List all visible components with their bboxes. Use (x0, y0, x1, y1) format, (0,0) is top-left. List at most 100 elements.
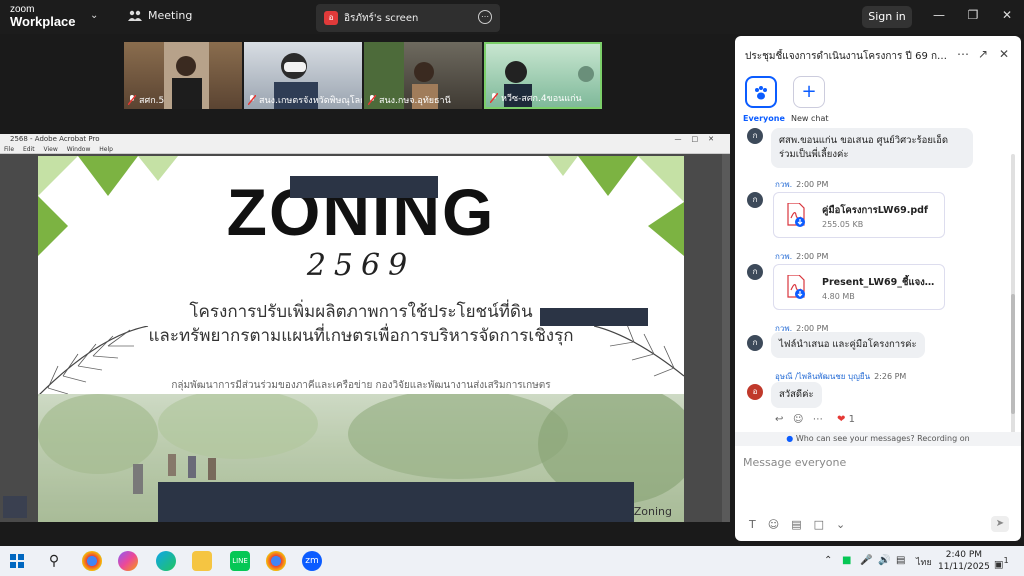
tab-meeting[interactable]: Meeting (128, 9, 192, 22)
message-text: ศสพ.ขอนแก่น ขอเสนอ ศูนย์วิศวะร้อยเอ็ด (779, 135, 949, 146)
message-text: สวัสดีค่ะ (779, 389, 814, 400)
emoji-reaction-icon[interactable]: ☺ (793, 414, 803, 425)
file-size: 255.05 KB (822, 220, 864, 229)
acrobat-window-controls[interactable]: —□✕ (675, 134, 724, 145)
chevron-down-icon[interactable]: ⌄ (90, 10, 98, 21)
acrobat-page-thumbnail[interactable] (3, 496, 27, 518)
system-clock[interactable]: 2:40 PM 11/11/2025 (938, 549, 990, 573)
chat-panel: ประชุมชี้แจงการดำเนินงานโครงการ ปี 69 กอ… (735, 36, 1021, 541)
muted-mic-icon (490, 93, 498, 103)
speaker-icon[interactable]: 🔊 (878, 555, 890, 566)
windows-start-icon[interactable] (10, 554, 24, 568)
format-text-icon[interactable]: T (749, 518, 756, 531)
message-input[interactable]: Message everyone (743, 456, 846, 469)
sender-name: อุษณี /ไพลินพัฒนชย บุญยืน (775, 372, 871, 381)
paw-icon (755, 86, 767, 100)
file-attachment[interactable]: Present_LW69_ชี้แจงโ... 4.80 MB (773, 264, 945, 310)
file-icon[interactable]: ▤ (791, 518, 801, 531)
sender-name: กวพ. (775, 252, 793, 261)
acrobat-scrollbar[interactable] (722, 154, 730, 522)
acrobat-titlebar: 2568 - Adobe Acrobat Pro —□✕ (0, 134, 730, 145)
chat-tabs: Everyone + New chat (735, 76, 1021, 124)
menu-view[interactable]: View (44, 146, 58, 153)
microphone-icon[interactable]: 🎤 (860, 555, 872, 566)
file-explorer-icon[interactable] (192, 551, 212, 571)
chevron-down-icon[interactable]: ⌄ (836, 518, 845, 531)
video-tile[interactable]: สศก.5 (124, 42, 242, 109)
sender-name: กวพ. (775, 180, 793, 189)
network-icon[interactable]: ▤ (896, 555, 905, 566)
chat-toolbar: T ☺ ▤ □ ⌄ (749, 518, 845, 531)
send-button[interactable]: ➤ (991, 516, 1009, 532)
emoji-icon[interactable]: ☺ (768, 518, 779, 531)
file-name: Present_LW69_ชี้แจงโ... (822, 277, 937, 288)
video-strip: สศก.5 สนง.เกษตรจังหวัดพิษณุโลก สนง.กษจ.อ… (0, 34, 734, 134)
chat-scrollbar[interactable] (1011, 154, 1015, 434)
participant-name-tag: สนง.กษจ.อุทัยธานี (368, 93, 451, 107)
edge-icon[interactable] (156, 551, 176, 571)
reply-icon[interactable]: ↩ (775, 414, 783, 425)
language-indicator[interactable]: ไทย (916, 555, 932, 569)
zoom-app-icon[interactable]: zm (302, 551, 322, 571)
message-bubble[interactable]: ศสพ.ขอนแก่น ขอเสนอ ศูนย์วิศวะร้อยเอ็ด ร่… (771, 128, 973, 168)
acrobat-menu-bar: File Edit View Window Help (0, 145, 730, 154)
more-options-icon[interactable]: ⋯ (478, 10, 492, 24)
clock-time: 2:40 PM (945, 550, 983, 560)
menu-window[interactable]: Window (67, 146, 91, 153)
screenshot-icon[interactable]: □ (814, 518, 824, 531)
avatar: ก (747, 335, 763, 351)
participant-name: สนง.เกษตรจังหวัดพิษณุโลก (259, 96, 362, 106)
minimize-icon[interactable]: — (932, 8, 946, 22)
muted-mic-icon (248, 95, 256, 105)
new-chat-button[interactable]: + (793, 76, 825, 108)
close-icon[interactable]: ✕ (1000, 8, 1014, 22)
pop-out-icon[interactable]: ↗ (978, 47, 988, 61)
chrome-profile-icon[interactable] (266, 551, 286, 571)
tab-everyone[interactable] (745, 76, 777, 108)
message-actions: ↩ ☺ ⋯ (775, 414, 823, 425)
message-bubble[interactable]: ไฟล์นำเสนอ และคู่มือโครงการค่ะ (771, 332, 925, 358)
chevron-up-icon[interactable]: ⌃ (824, 555, 832, 566)
avatar: ก (747, 128, 763, 144)
slide-subtitle-line2: และทรัพยากรตามแผนที่เกษตรเพื่อการบริหารจ… (148, 326, 574, 346)
privacy-text: Who can see your messages? Recording on (795, 434, 970, 443)
presentation-slide: ZONING 2569 โครงการปรับเพิ่มผลิตภาพการใช… (38, 156, 684, 522)
tab-screen-share[interactable]: อ อิรภัทร์'s screen ⋯ (316, 4, 500, 32)
heart-reaction[interactable]: ❤ 1 (837, 414, 855, 425)
more-options-icon[interactable]: ⋯ (813, 414, 823, 425)
sharer-avatar: อ (324, 11, 338, 25)
message-text: ไฟล์นำเสนอ และคู่มือโครงการค่ะ (779, 339, 917, 350)
muted-mic-icon (128, 95, 136, 105)
video-tile-active-speaker[interactable]: หวีซ-สศก.4ขอนแก่น (484, 42, 602, 109)
search-icon[interactable]: ⚲ (44, 551, 64, 571)
tab-screen-share-label: อิรภัทร์'s screen (344, 13, 419, 24)
menu-help[interactable]: Help (99, 146, 113, 153)
file-name: คู่มือโครงการLW69.pdf (822, 205, 929, 216)
zoom-top-bar: zoom Workplace ⌄ Meeting อ อิรภัทร์'s sc… (0, 0, 1024, 34)
line-app-icon[interactable]: LINE (230, 551, 250, 571)
message-bubble[interactable]: สวัสดีค่ะ (771, 382, 822, 408)
shared-screen-acrobat: 2568 - Adobe Acrobat Pro —□✕ File Edit V… (0, 134, 730, 522)
privacy-notice[interactable]: ● Who can see your messages? Recording o… (735, 432, 1021, 446)
restore-icon[interactable]: ❐ (966, 8, 980, 22)
video-tile[interactable]: สนง.กษจ.อุทัยธานี (364, 42, 482, 109)
logo-line2: Workplace (10, 14, 76, 29)
file-attachment[interactable]: คู่มือโครงการLW69.pdf 255.05 KB (773, 192, 945, 238)
more-options-icon[interactable]: ⋯ (957, 47, 969, 61)
sign-in-button[interactable]: Sign in (862, 6, 912, 28)
zoom-workplace-logo[interactable]: zoom Workplace (10, 4, 76, 28)
chrome-icon[interactable] (82, 551, 102, 571)
notification-icon[interactable]: ▣1 (994, 555, 1009, 570)
chat-scroll-thumb[interactable] (1011, 294, 1015, 414)
message-time: 2:00 PM (796, 180, 829, 189)
line-tray-icon[interactable]: ■ (842, 555, 851, 566)
message-meta: กวพ. 2:00 PM (775, 250, 828, 263)
copilot-icon[interactable] (118, 551, 138, 571)
menu-file[interactable]: File (4, 146, 14, 153)
windows-taskbar: ⚲ LINE zm ⌃ ■ 🎤 🔊 ▤ ไทย 2:40 PM 11/11/20… (0, 546, 1024, 576)
menu-edit[interactable]: Edit (23, 146, 35, 153)
pdf-file-icon (787, 203, 805, 227)
video-tile[interactable]: สนง.เกษตรจังหวัดพิษณุโลก (244, 42, 362, 109)
tab-meeting-label: Meeting (148, 9, 193, 22)
close-chat-icon[interactable]: ✕ (999, 47, 1009, 61)
